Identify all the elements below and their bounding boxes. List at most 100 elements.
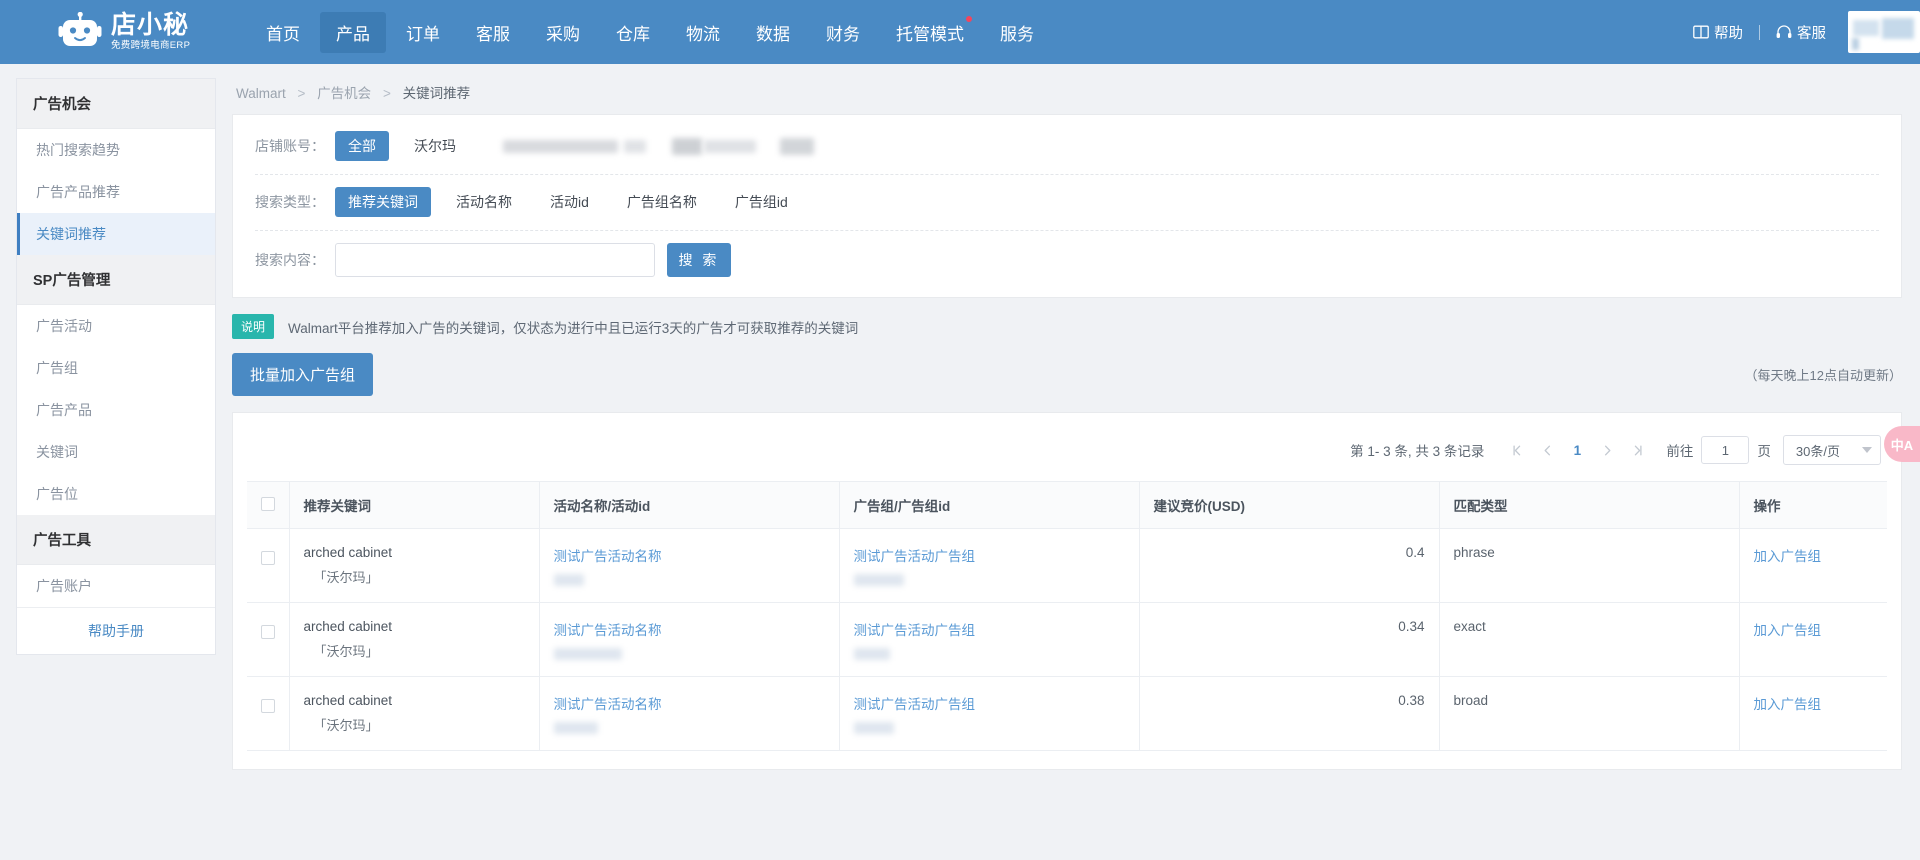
- next-page-button[interactable]: [1592, 436, 1622, 464]
- shop-account-row: 店铺账号： 全部 沃尔玛: [255, 119, 1879, 175]
- help-button[interactable]: 帮助: [1685, 22, 1751, 43]
- add-to-adgroup-link[interactable]: 加入广告组: [1754, 623, 1822, 638]
- sidebar-item-0-0[interactable]: 热门搜索趋势: [17, 129, 215, 171]
- nav-item-4[interactable]: 采购: [530, 12, 596, 53]
- sidebar-item-0-2[interactable]: 关键词推荐: [17, 213, 215, 255]
- nav-item-7[interactable]: 数据: [740, 12, 806, 53]
- nav-item-5[interactable]: 仓库: [600, 12, 666, 53]
- page-size-select[interactable]: 30条/页: [1782, 435, 1881, 465]
- keyword-cell: arched cabinet 「沃尔玛」: [289, 602, 540, 677]
- search-button[interactable]: 搜 索: [667, 243, 731, 277]
- match-type-cell: broad: [1439, 676, 1740, 751]
- keyword-cell: arched cabinet 「沃尔玛」: [289, 528, 540, 603]
- sidebar-help-manual[interactable]: 帮助手册: [17, 607, 215, 654]
- translate-floating-button[interactable]: 中A: [1884, 426, 1920, 462]
- breadcrumb-separator-1: >: [297, 86, 306, 101]
- user-account-box[interactable]: [1848, 11, 1920, 53]
- nav-item-label: 财务: [826, 24, 860, 44]
- campaign-name-link[interactable]: 测试广告活动名称: [554, 619, 825, 639]
- action-bar: 批量加入广告组 （每天晚上12点自动更新）: [232, 353, 1902, 396]
- select-all-checkbox[interactable]: [261, 496, 275, 511]
- main-content: Walmart > 广告机会 > 关键词推荐 店铺账号： 全部 沃尔玛 搜索类型：…: [232, 78, 1902, 770]
- row-checkbox[interactable]: [261, 551, 275, 565]
- first-page-button[interactable]: [1502, 436, 1532, 464]
- column-header-4: 匹配类型: [1439, 481, 1740, 529]
- campaign-cell: 测试广告活动名称: [539, 602, 840, 677]
- bulk-add-to-adgroup-button[interactable]: 批量加入广告组: [232, 353, 374, 396]
- search-input[interactable]: [335, 243, 655, 277]
- customer-service-button[interactable]: 客服: [1768, 22, 1834, 43]
- breadcrumb-current: 关键词推荐: [402, 86, 471, 101]
- nav-item-2[interactable]: 订单: [390, 12, 456, 53]
- suggested-bid-cell: 0.4: [1139, 528, 1440, 603]
- nav-item-label: 采购: [546, 24, 580, 44]
- first-page-icon: [1513, 445, 1521, 455]
- nav-item-9[interactable]: 托管模式: [880, 12, 980, 53]
- nav-item-3[interactable]: 客服: [460, 12, 526, 53]
- suggested-bid-cell: 0.38: [1139, 676, 1440, 751]
- search-type-row: 搜索类型： 推荐关键词 活动名称 活动id 广告组名称 广告组id: [255, 175, 1879, 231]
- row-checkbox[interactable]: [261, 699, 275, 713]
- prev-page-button[interactable]: [1532, 436, 1562, 464]
- nav-item-1[interactable]: 产品: [320, 11, 386, 53]
- sidebar-item-2-0[interactable]: 广告账户: [17, 565, 215, 607]
- add-to-adgroup-link[interactable]: 加入广告组: [1754, 549, 1822, 564]
- page-number-1[interactable]: 1: [1562, 436, 1592, 464]
- adgroup-name-link[interactable]: 测试广告活动广告组: [854, 619, 1125, 639]
- sidebar-item-0-1[interactable]: 广告产品推荐: [17, 171, 215, 213]
- search-type-option-3[interactable]: 广告组名称: [614, 187, 710, 217]
- customer-service-label: 客服: [1797, 25, 1826, 42]
- sidebar-item-1-2[interactable]: 广告产品: [17, 389, 215, 431]
- search-type-option-2[interactable]: 活动id: [537, 187, 602, 217]
- blurred-id: [553, 648, 622, 660]
- adgroup-name-link[interactable]: 测试广告活动广告组: [854, 545, 1125, 565]
- breadcrumb-middle[interactable]: 广告机会: [317, 86, 371, 101]
- shop-option-0[interactable]: 全部: [335, 131, 389, 161]
- nav-item-8[interactable]: 财务: [810, 12, 876, 53]
- row-checkbox[interactable]: [261, 625, 275, 639]
- sidebar-item-1-3[interactable]: 关键词: [17, 431, 215, 473]
- keyword-text: arched cabinet: [303, 693, 393, 708]
- nav-item-label: 服务: [1000, 24, 1034, 44]
- nav-item-label: 产品: [336, 24, 370, 44]
- search-content-label: 搜索内容：: [255, 252, 325, 268]
- prev-page-icon: [1544, 445, 1550, 455]
- campaign-name-link[interactable]: 测试广告活动名称: [554, 545, 825, 565]
- campaign-cell: 测试广告活动名称: [539, 676, 840, 751]
- book-icon: [1693, 25, 1709, 39]
- last-page-button[interactable]: [1622, 436, 1652, 464]
- nav-item-label: 订单: [406, 24, 440, 44]
- search-type-option-0[interactable]: 推荐关键词: [335, 187, 431, 217]
- table-head: 推荐关键词 活动名称/活动id 广告组/广告组id 建议竞价(USD) 匹配类型 操作: [247, 481, 1887, 529]
- blurred-id: [553, 574, 584, 586]
- add-to-adgroup-link[interactable]: 加入广告组: [1754, 697, 1822, 712]
- search-type-option-4[interactable]: 广告组id: [722, 187, 801, 217]
- column-header-1: 活动名称/活动id: [539, 481, 840, 529]
- brand-tagline: 免费跨境电商ERP: [111, 40, 191, 52]
- brand-name: 店小秘: [111, 11, 190, 40]
- select-all-header: [247, 481, 290, 529]
- sidebar-item-1-1[interactable]: 广告组: [17, 347, 215, 389]
- sidebar-item-1-0[interactable]: 广告活动: [17, 305, 215, 347]
- avatar-blur-1: [1853, 20, 1879, 36]
- table-row: arched cabinet 「沃尔玛」 测试广告活动名称 测试广告活动广告组 0.4 p…: [247, 528, 1887, 603]
- notice-tag: 说明: [232, 314, 275, 339]
- avatar-blur-3: [1852, 38, 1859, 50]
- pagination-total: 第 1- 3 条, 共 3 条记录: [1350, 444, 1485, 459]
- breadcrumb-root[interactable]: Walmart: [236, 86, 286, 101]
- search-type-option-1[interactable]: 活动名称: [443, 187, 525, 217]
- brand-logo[interactable]: 店小秘 免费跨境电商ERP: [0, 12, 230, 52]
- adgroup-name-link[interactable]: 测试广告活动广告组: [854, 693, 1125, 713]
- nav-item-10[interactable]: 服务: [984, 12, 1050, 53]
- nav-item-0[interactable]: 首页: [250, 12, 316, 53]
- sidebar-group-title-1: SP广告管理: [17, 255, 215, 305]
- blurred-id: [553, 722, 598, 734]
- breadcrumb: Walmart > 广告机会 > 关键词推荐: [232, 78, 1902, 114]
- column-header-2: 广告组/广告组id: [839, 481, 1140, 529]
- action-cell: 加入广告组: [1739, 602, 1887, 677]
- sidebar-item-1-4[interactable]: 广告位: [17, 473, 215, 515]
- campaign-name-link[interactable]: 测试广告活动名称: [554, 693, 825, 713]
- shop-option-1[interactable]: 沃尔玛: [401, 131, 469, 161]
- goto-page-input[interactable]: [1701, 436, 1750, 464]
- nav-item-6[interactable]: 物流: [670, 12, 736, 53]
